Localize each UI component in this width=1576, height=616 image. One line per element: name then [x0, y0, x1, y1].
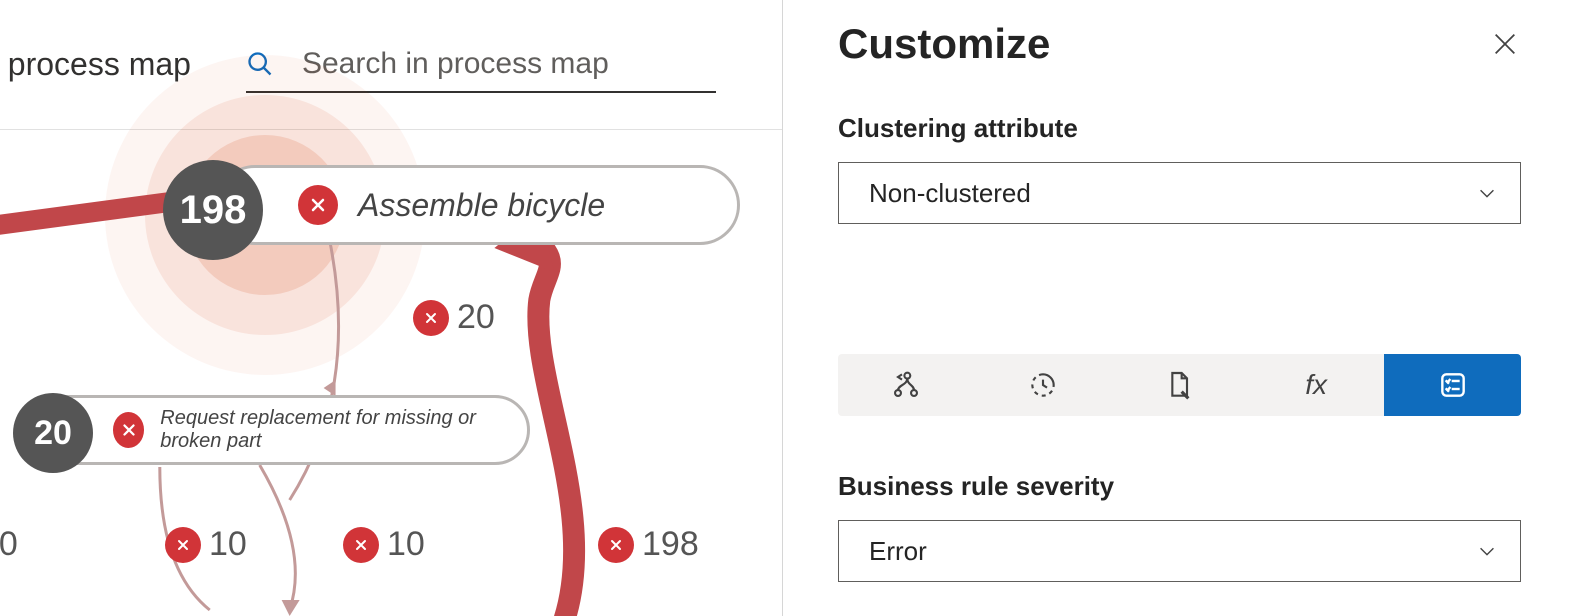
node-count-badge: 20: [13, 393, 93, 473]
chevron-down-icon: [1476, 182, 1498, 204]
business-rule-severity-label: Business rule severity: [838, 471, 1521, 502]
business-rule-severity-select[interactable]: Error: [838, 520, 1521, 582]
close-icon: [1491, 30, 1519, 58]
edge-label-198: 198: [598, 525, 699, 564]
error-icon: [298, 185, 338, 225]
select-value: Non-clustered: [869, 178, 1031, 209]
node-title: Request replacement for missing or broke…: [160, 407, 527, 453]
error-icon: [165, 527, 201, 563]
toolbar-title-fragment: t process map: [0, 46, 191, 83]
branch-compare-icon: [890, 369, 922, 401]
edge-label-10b: 10: [343, 525, 425, 564]
fx-icon: fx: [1305, 369, 1327, 401]
error-icon: [598, 527, 634, 563]
error-icon: [113, 412, 144, 448]
tab-branch[interactable]: [838, 354, 975, 416]
error-icon: [343, 527, 379, 563]
node-title: Assemble bicycle: [358, 187, 605, 224]
process-map-canvas[interactable]: t process map: [0, 0, 783, 616]
search-input[interactable]: [302, 47, 716, 81]
process-map-toolbar: t process map: [0, 0, 782, 130]
error-icon: [413, 300, 449, 336]
time-icon: [1027, 369, 1059, 401]
metric-tabs: fx: [838, 354, 1521, 416]
node-assemble-bicycle[interactable]: 198 Assemble bicycle: [215, 165, 740, 245]
document-edit-icon: [1163, 369, 1195, 401]
chevron-down-icon: [1476, 540, 1498, 562]
edge-label-10a: 10: [165, 525, 247, 564]
checklist-icon: [1437, 369, 1469, 401]
tab-fx[interactable]: fx: [1248, 354, 1385, 416]
node-count-badge: 198: [163, 160, 263, 260]
edge-label-cut-bottom: 50: [0, 525, 18, 564]
tab-time[interactable]: [975, 354, 1112, 416]
panel-title: Customize: [838, 20, 1050, 68]
clustering-attribute-select[interactable]: Non-clustered: [838, 162, 1521, 224]
clustering-attribute-label: Clustering attribute: [838, 113, 1521, 144]
tab-checklist[interactable]: [1384, 354, 1521, 416]
select-value: Error: [869, 536, 927, 567]
close-button[interactable]: [1489, 28, 1521, 60]
edge-label-20: 20: [413, 298, 495, 337]
node-request-replacement[interactable]: 20 Request replacement for missing or br…: [20, 395, 530, 465]
customize-panel: Customize Clustering attribute Non-clust…: [783, 0, 1576, 616]
tab-document[interactable]: [1111, 354, 1248, 416]
process-map-graph[interactable]: 198 Assemble bicycle 20 Request replacem…: [0, 130, 782, 616]
